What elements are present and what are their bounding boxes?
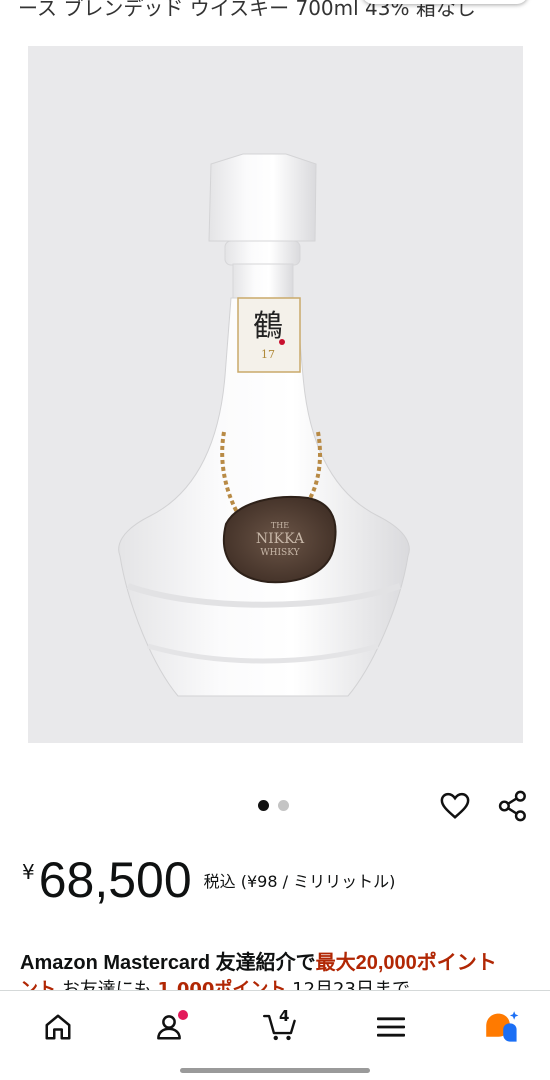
svg-text:NIKKA: NIKKA — [256, 531, 305, 547]
nav-account[interactable] — [149, 1007, 189, 1047]
share-button[interactable] — [495, 788, 531, 824]
product-image[interactable]: 鶴 17 THE NIKKA WHISKY — [28, 46, 523, 743]
image-carousel-dots[interactable] — [258, 800, 289, 811]
ai-assistant-icon — [486, 1010, 519, 1042]
svg-text:THE: THE — [271, 521, 289, 530]
price-block: ¥ 68,500 税込 (¥98 / ミリリットル) — [22, 848, 395, 912]
share-icon — [498, 790, 526, 822]
promo-highlight: 最大20,000ポイント — [315, 952, 497, 974]
home-indicator-bar[interactable] — [180, 1068, 370, 1073]
nav-menu[interactable] — [371, 1007, 411, 1047]
currency-symbol: ¥ — [22, 860, 35, 884]
price-amount: 68,500 — [38, 852, 192, 908]
home-icon — [45, 1014, 71, 1039]
top-overlay-pill[interactable] — [362, 0, 528, 4]
product-title-fragment: ース ブレンデッド ウイスキー 700ml 43% 箱なし — [18, 0, 476, 20]
nav-ai-assistant[interactable] — [482, 1007, 522, 1047]
carousel-dot-2[interactable] — [278, 800, 289, 811]
bottle-label-kanji: 鶴 — [253, 309, 283, 344]
promo-text: Amazon Mastercard 友達紹介で — [20, 952, 316, 974]
bottom-navigation: 4 — [0, 990, 550, 1062]
svg-text:17: 17 — [261, 348, 275, 361]
notification-dot — [178, 1009, 188, 1020]
menu-icon — [377, 1016, 405, 1037]
carousel-dot-1[interactable] — [258, 800, 269, 811]
cart-count: 4 — [279, 1006, 290, 1025]
nav-cart[interactable]: 4 — [260, 1007, 300, 1047]
bottle-photo: 鶴 17 THE NIKKA WHISKY — [118, 153, 410, 697]
svg-text:WHISKY: WHISKY — [260, 548, 300, 558]
heart-icon — [440, 792, 470, 819]
nav-home[interactable] — [38, 1007, 78, 1047]
wishlist-button[interactable] — [437, 788, 473, 824]
promo-second-line[interactable]: ント お友達にも 1,000ポイント 12月23日まで — [20, 978, 550, 990]
tax-info: 税込 (¥98 / ミリリットル) — [203, 872, 396, 891]
